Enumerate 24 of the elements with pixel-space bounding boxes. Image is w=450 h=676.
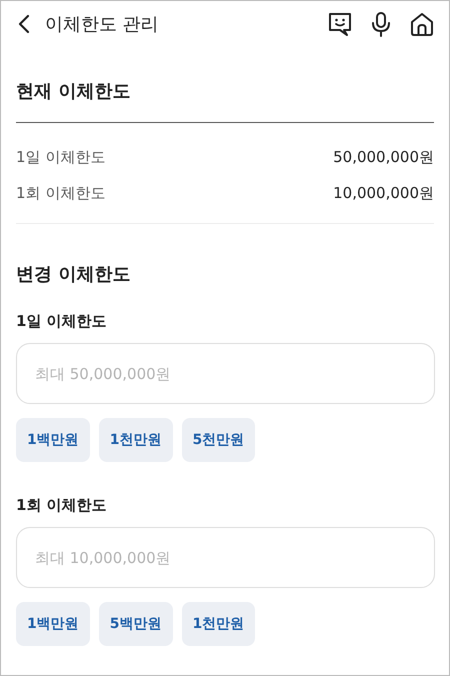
amount-chip[interactable]: 1천만원 [98,418,172,462]
section-heading: 현재 이체한도 [16,80,132,103]
page-title: 이체한도 관리 [45,13,160,36]
amount-input-field[interactable]: 최대 10,000,000원 [16,527,435,588]
microphone-icon [369,11,393,37]
voice-button[interactable] [369,11,393,37]
limit-label: 1일 이체한도 [16,148,106,166]
amount-chip[interactable]: 1천만원 [182,602,256,646]
limit-value: 50,000,000원 [333,148,434,166]
limit-label: 1회 이체한도 [16,184,106,202]
back-icon [17,14,31,34]
amount-input-field[interactable]: 최대 50,000,000원 [16,343,435,404]
amount-chip[interactable]: 5백만원 [98,602,172,646]
amount-chip[interactable]: 1백만원 [16,602,90,646]
chatbot-button[interactable] [327,11,353,37]
field-label: 1회 이체한도 [16,496,108,515]
amount-chip[interactable]: 1백만원 [16,418,90,462]
home-button[interactable] [409,11,435,37]
amount-chip[interactable]: 5천만원 [182,418,256,462]
field-label: 1일 이체한도 [16,312,108,331]
limit-value: 10,000,000원 [333,184,434,202]
smiley-chat-icon [327,11,353,37]
home-icon [409,11,435,37]
section-heading: 변경 이체한도 [16,263,132,286]
